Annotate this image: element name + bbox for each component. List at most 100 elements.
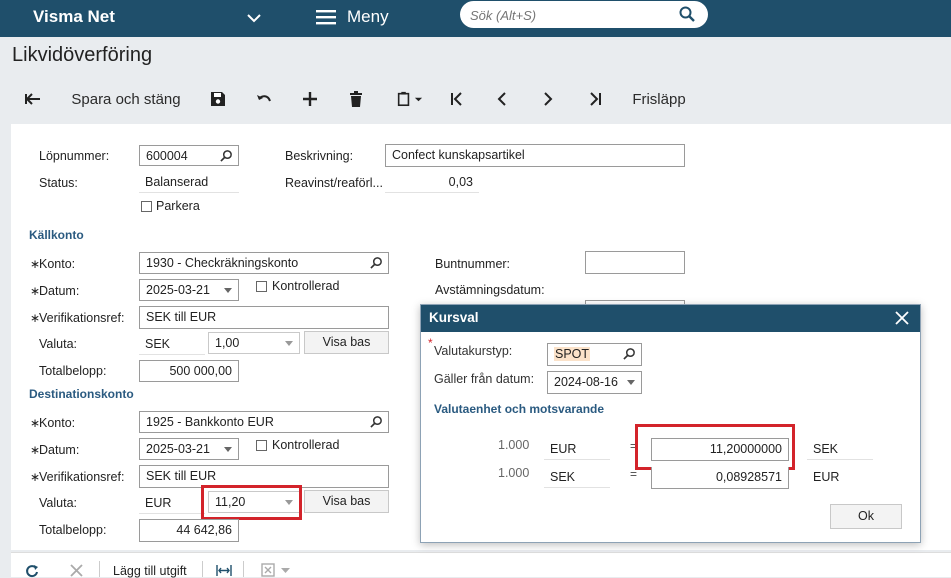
- global-search[interactable]: [460, 1, 708, 28]
- source-kontrollerad-checkbox[interactable]: [256, 281, 267, 292]
- save-and-close-button[interactable]: Spara och stäng: [69, 88, 183, 110]
- rate-row2-amount: 1.000: [498, 466, 530, 480]
- app-brand[interactable]: Visma Net: [33, 7, 115, 27]
- dest-valuta-code: EUR: [139, 493, 205, 514]
- rate-row1-to: SEK: [807, 439, 873, 460]
- next-record-button[interactable]: [538, 88, 558, 110]
- dialog-header: Kursval: [421, 305, 920, 332]
- highlight-box: [201, 485, 302, 520]
- beskrivning-label: Beskrivning:: [285, 149, 354, 163]
- source-datum-field[interactable]: 2025-03-21: [139, 279, 239, 301]
- rate-row1-from: EUR: [544, 439, 610, 460]
- exchange-rate-dialog: Kursval * Valutakurstyp: SPOT Gäller frå…: [420, 304, 921, 543]
- divider: [202, 561, 203, 577]
- dest-datum-field[interactable]: 2025-03-21: [139, 438, 239, 460]
- page-title: Likvidöverföring: [12, 44, 153, 66]
- toolbar: Spara och stäng Frisläpp: [0, 78, 951, 118]
- dest-kontrollerad-label: Kontrollerad: [272, 438, 340, 452]
- caret-down-icon[interactable]: [281, 568, 290, 574]
- dest-konto-value: 1925 - Bankkonto EUR: [146, 415, 274, 429]
- grid-toolbar: Lägg till utgift: [11, 552, 951, 578]
- search-input[interactable]: [468, 5, 672, 25]
- caret-down-icon[interactable]: [285, 341, 293, 346]
- release-button[interactable]: Frisläpp: [630, 88, 688, 110]
- divider: [243, 561, 244, 577]
- search-icon[interactable]: [370, 256, 383, 269]
- lopnummer-field[interactable]: 600004: [139, 145, 239, 166]
- caret-down-icon[interactable]: [627, 380, 635, 385]
- search-icon[interactable]: [679, 6, 695, 22]
- skip-last-icon: [590, 92, 601, 106]
- dest-datum-label: Datum:: [39, 443, 80, 457]
- source-total-label: Totalbelopp:: [39, 364, 107, 378]
- required-mark: *: [428, 336, 433, 350]
- divider: [99, 561, 100, 577]
- search-icon[interactable]: [370, 415, 383, 428]
- dest-kontrollerad-checkbox[interactable]: [256, 440, 267, 451]
- source-konto-field[interactable]: 1930 - Checkräkningskonto: [139, 252, 389, 274]
- excel-export-icon[interactable]: [261, 563, 275, 577]
- rate-row2-field[interactable]: 0,08928571: [651, 467, 789, 489]
- kurstyp-label: Valutakurstyp:: [434, 344, 513, 358]
- dest-konto-label: Konto:: [39, 416, 76, 430]
- add-button[interactable]: [300, 88, 320, 110]
- buntnummer-field[interactable]: [585, 251, 685, 274]
- dest-verref-label: Verifikationsref:: [39, 470, 125, 484]
- dest-total-label: Totalbelopp:: [39, 523, 107, 537]
- source-verref-field[interactable]: SEK till EUR: [139, 306, 389, 329]
- back-button[interactable]: [22, 88, 44, 110]
- dest-konto-field[interactable]: 1925 - Bankkonto EUR: [139, 411, 389, 433]
- paste-dropdown-button[interactable]: [392, 88, 426, 110]
- parkera-checkbox[interactable]: [141, 201, 152, 212]
- dest-section-title: Destinationskonto: [29, 387, 134, 401]
- clipboard-icon: [397, 91, 409, 107]
- lopnummer-value: 600004: [146, 149, 188, 163]
- rate-row2-to: EUR: [813, 470, 840, 484]
- plus-icon: [303, 92, 317, 106]
- undo-button[interactable]: [254, 88, 274, 110]
- save-button[interactable]: [208, 88, 228, 110]
- status-label: Status:: [39, 176, 78, 190]
- hamburger-menu-icon[interactable]: [316, 9, 336, 25]
- rate-section-title: Valutaenhet och motsvarande: [434, 402, 605, 416]
- chevron-right-icon: [544, 92, 553, 106]
- galler-fran-field[interactable]: 2024-08-16: [547, 371, 642, 394]
- source-valuta-code: SEK: [139, 334, 205, 355]
- galler-fran-value: 2024-08-16: [554, 375, 618, 389]
- dest-total-field: 44 642,86: [139, 519, 239, 542]
- close-icon[interactable]: [895, 311, 909, 325]
- floppy-disk-icon: [211, 92, 225, 106]
- beskrivning-field[interactable]: Confect kunskapsartikel: [385, 144, 685, 167]
- source-rate-value: 1,00: [215, 336, 240, 350]
- ok-button[interactable]: Ok: [830, 504, 902, 529]
- source-section-title: Källkonto: [29, 228, 84, 242]
- delete-button[interactable]: [346, 88, 366, 110]
- kurstyp-value: SPOT: [554, 347, 591, 361]
- search-icon[interactable]: [220, 149, 233, 162]
- undo-icon: [257, 95, 271, 102]
- dest-datum-value: 2025-03-21: [146, 442, 210, 456]
- dest-visa-bas-button[interactable]: Visa bas: [304, 490, 389, 513]
- caret-down-icon[interactable]: [224, 447, 232, 452]
- highlight-box: [635, 424, 795, 470]
- kurstyp-field[interactable]: SPOT: [547, 343, 642, 366]
- reavinst-value: 0,03: [385, 172, 479, 193]
- source-rate-field[interactable]: 1,00: [208, 332, 300, 354]
- source-visa-bas-button[interactable]: Visa bas: [304, 331, 389, 354]
- last-record-button[interactable]: [585, 88, 605, 110]
- menu-label[interactable]: Meny: [347, 7, 389, 27]
- source-konto-label: Konto:: [39, 257, 76, 271]
- caret-down-icon[interactable]: [224, 288, 232, 293]
- fit-columns-icon[interactable]: [216, 564, 232, 577]
- dest-valuta-label: Valuta:: [39, 496, 77, 510]
- source-datum-label: Datum:: [39, 284, 80, 298]
- first-record-button[interactable]: [447, 88, 467, 110]
- chevron-left-icon: [497, 92, 506, 106]
- status-value: Balanserad: [139, 172, 239, 193]
- galler-fran-label: Gäller från datum:: [434, 372, 535, 386]
- search-icon[interactable]: [623, 347, 636, 360]
- caret-down-icon: [414, 97, 422, 101]
- chevron-down-icon[interactable]: [246, 10, 262, 26]
- previous-record-button[interactable]: [492, 88, 512, 110]
- close-icon[interactable]: [70, 564, 83, 577]
